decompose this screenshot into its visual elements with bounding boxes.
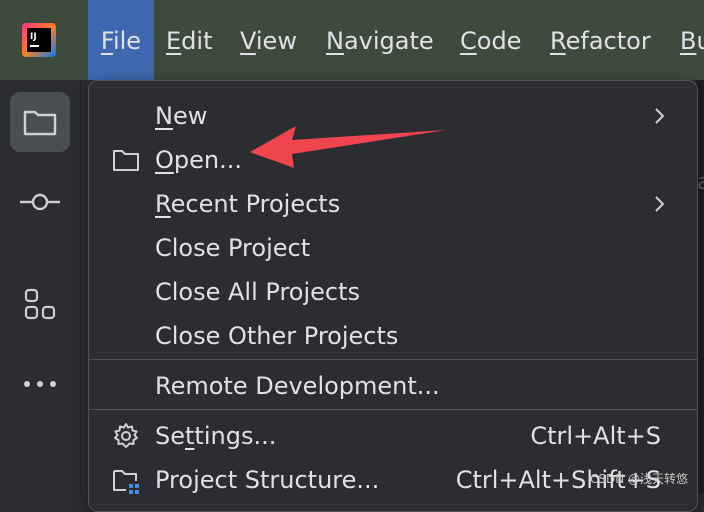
commit-icon [20, 193, 60, 211]
menu-refactor[interactable]: Refactor [550, 0, 651, 80]
chevron-right-icon [655, 108, 665, 124]
menu-item-close-project[interactable]: Close Project [89, 226, 697, 270]
menu-separator [89, 409, 697, 410]
chevron-right-icon [655, 196, 665, 212]
menu-navigate[interactable]: Navigate [326, 0, 434, 80]
menu-build[interactable]: Bu [680, 0, 704, 80]
menu-item-settings[interactable]: Settings... Ctrl+Alt+S [89, 414, 697, 458]
structure-icon [24, 288, 56, 320]
project-structure-icon [113, 470, 139, 494]
file-menu-dropdown: New Open... Recent Projects Close Projec… [88, 80, 698, 512]
menu-separator [89, 359, 697, 360]
menu-edit[interactable]: Edit [166, 0, 212, 80]
watermark: CSDN @浅天转悠 [590, 472, 689, 486]
more-tool-windows-button[interactable] [10, 354, 70, 414]
menu-item-close-other-projects[interactable]: Close Other Projects [89, 314, 697, 358]
main-menu-bar: IJ File Edit View Navigate Code Refactor… [0, 0, 704, 80]
project-tool-button[interactable] [10, 92, 70, 152]
menu-item-open[interactable]: Open... [89, 138, 697, 182]
menu-item-new[interactable]: New [89, 94, 697, 138]
svg-text:IJ: IJ [30, 32, 37, 42]
menu-file[interactable]: File [88, 0, 154, 80]
menu-code[interactable]: Code [460, 0, 521, 80]
folder-icon [23, 110, 57, 136]
folder-icon [113, 150, 139, 171]
tool-window-strip [0, 80, 81, 494]
shortcut-label: Ctrl+Alt+S [530, 422, 661, 450]
more-icon [24, 381, 56, 387]
menu-view[interactable]: View [240, 0, 297, 80]
menu-item-recent-projects[interactable]: Recent Projects [89, 182, 697, 226]
structure-tool-button[interactable] [10, 274, 70, 334]
editor-peek-text: a [697, 170, 704, 195]
commit-tool-button[interactable] [10, 172, 70, 232]
intellij-logo-icon[interactable]: IJ [22, 23, 56, 57]
menu-item-remote-development[interactable]: Remote Development... [89, 364, 697, 408]
menu-item-close-all-projects[interactable]: Close All Projects [89, 270, 697, 314]
gear-icon [114, 423, 138, 448]
